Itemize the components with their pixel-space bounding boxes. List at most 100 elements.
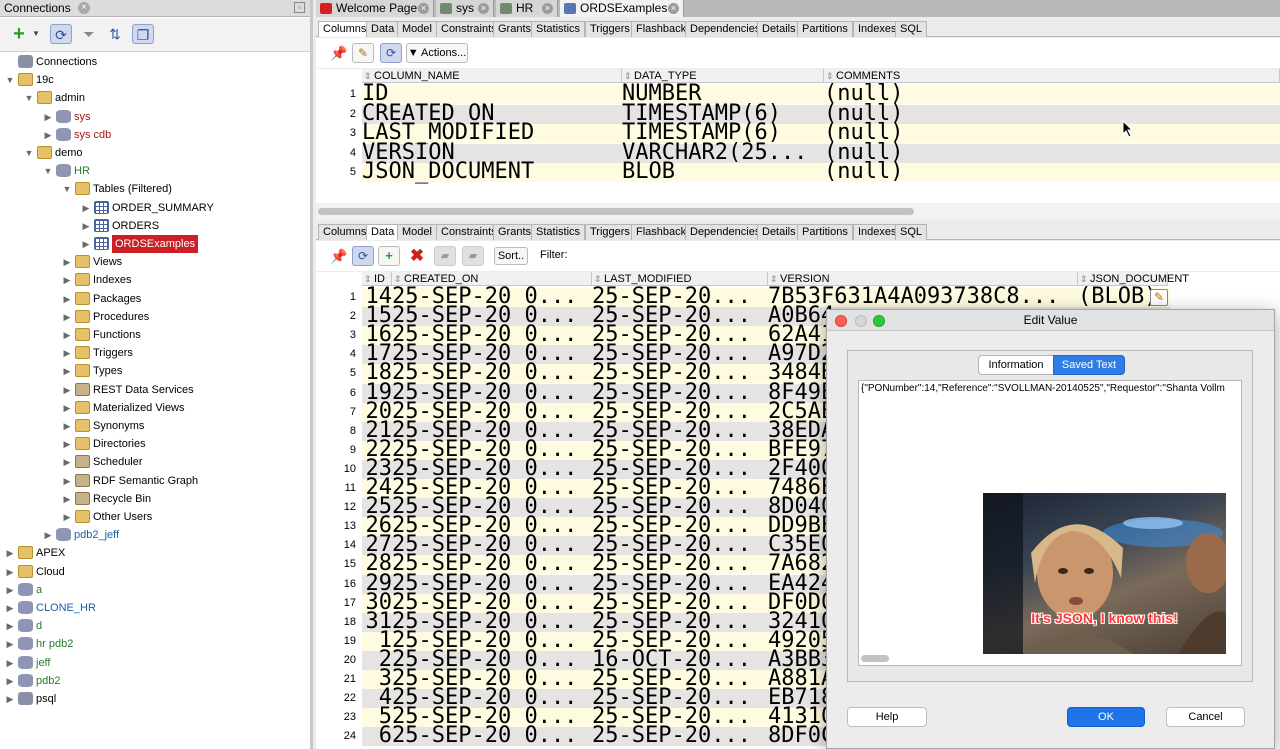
tree-node[interactable]: ▶ Scheduler xyxy=(61,453,143,471)
help-button[interactable]: Help xyxy=(847,707,927,727)
tree-node[interactable]: ▶ Procedures xyxy=(61,308,149,326)
tree-node[interactable]: ▼ demo xyxy=(23,144,83,162)
filter-input[interactable] xyxy=(570,246,1270,266)
subtab-sql[interactable]: SQL xyxy=(895,224,928,240)
refresh-icon[interactable]: ⟳ xyxy=(50,24,72,44)
cell-id[interactable]: 6 xyxy=(362,724,392,748)
filter-icon[interactable]: ⏷ xyxy=(78,24,100,44)
ok-button[interactable]: OK xyxy=(1067,707,1145,727)
minimize-icon[interactable]: ▫ xyxy=(294,2,305,13)
expand-right-icon[interactable]: ▶ xyxy=(4,690,16,708)
doc-tab[interactable]: ORDSExamples × xyxy=(560,0,684,17)
column-header[interactable]: VERSION xyxy=(768,272,1078,286)
tree-node[interactable]: ▶ Materialized Views xyxy=(61,399,185,417)
expand-down-icon[interactable]: ▼ xyxy=(23,144,35,162)
expand-right-icon[interactable]: ▶ xyxy=(61,362,73,380)
insert-row-icon[interactable]: + xyxy=(378,246,400,266)
refresh-icon[interactable]: ⟳ xyxy=(352,246,374,266)
subtab-columns[interactable]: Columns xyxy=(318,224,372,240)
expand-right-icon[interactable]: ▶ xyxy=(61,490,73,508)
subtab-statistics[interactable]: Statistics xyxy=(531,21,586,37)
minimize-window-icon[interactable] xyxy=(855,315,867,327)
cell-name[interactable]: JSON_DOCUMENT xyxy=(362,160,622,184)
expand-right-icon[interactable]: ▶ xyxy=(4,599,16,617)
tab-saved-text[interactable]: Saved Text xyxy=(1053,355,1125,375)
schema-browser-icon[interactable]: ⇅ xyxy=(104,24,126,44)
expand-right-icon[interactable]: ▶ xyxy=(4,544,16,562)
delete-row-icon[interactable]: ✖ xyxy=(406,246,428,266)
add-connection-icon[interactable]: + xyxy=(8,24,30,44)
tree-node[interactable]: ▶ Other Users xyxy=(61,508,152,526)
edit-value-icon[interactable]: ✎ xyxy=(1150,289,1168,306)
pin-icon[interactable]: 📌 xyxy=(330,248,347,265)
subtab-dependencies[interactable]: Dependencies xyxy=(685,224,766,240)
expand-right-icon[interactable]: ▶ xyxy=(80,235,92,253)
expand-right-icon[interactable]: ▶ xyxy=(61,271,73,289)
expand-right-icon[interactable]: ▶ xyxy=(80,199,92,217)
tree-node[interactable]: ▶ RDF Semantic Graph xyxy=(61,472,198,490)
column-header[interactable]: COMMENTS xyxy=(824,69,1280,83)
collapse-icon[interactable]: ❐ xyxy=(132,24,154,44)
doc-tab[interactable]: HR × xyxy=(496,0,558,17)
chevron-down-icon[interactable]: ▼ xyxy=(30,24,42,44)
expand-right-icon[interactable]: ▶ xyxy=(4,563,16,581)
tree-node[interactable]: ▶ sys xyxy=(42,108,91,126)
expand-right-icon[interactable]: ▶ xyxy=(80,217,92,235)
expand-right-icon[interactable]: ▶ xyxy=(4,672,16,690)
subtab-dependencies[interactable]: Dependencies xyxy=(685,21,766,37)
tree-node[interactable]: ▶ CLONE_HR xyxy=(4,599,96,617)
tree-node[interactable]: ▶ ORDERS xyxy=(80,217,159,235)
subtab-partitions[interactable]: Partitions xyxy=(797,21,853,37)
column-header[interactable]: DATA_TYPE xyxy=(622,69,824,83)
column-header[interactable]: ID xyxy=(362,272,392,286)
expand-right-icon[interactable]: ▶ xyxy=(61,344,73,362)
actions-button[interactable]: ▼ Actions... xyxy=(406,43,468,63)
tree-node[interactable]: ▶ jeff xyxy=(4,654,50,672)
sort-button[interactable]: Sort.. xyxy=(494,247,528,265)
subtab-data[interactable]: Data xyxy=(366,224,400,240)
tree-node[interactable]: ▶ Triggers xyxy=(61,344,133,362)
doc-tab[interactable]: Welcome Page × xyxy=(316,0,434,17)
subtab-constraints[interactable]: Constraints xyxy=(436,21,502,37)
subtab-grants[interactable]: Grants xyxy=(493,21,537,37)
cell-c[interactable]: 25-SEP-20 0... xyxy=(392,724,592,748)
expand-down-icon[interactable]: ▼ xyxy=(23,89,35,107)
subtab-details[interactable]: Details xyxy=(757,224,801,240)
tree-node[interactable]: ▶ ORDSExamples xyxy=(80,235,199,253)
subtab-model[interactable]: Model xyxy=(397,224,437,240)
pin-icon[interactable]: 📌 xyxy=(330,45,347,62)
close-window-icon[interactable] xyxy=(835,315,847,327)
expand-right-icon[interactable]: ▶ xyxy=(4,581,16,599)
tree-node[interactable]: ▶ Types xyxy=(61,362,122,380)
cell-m[interactable]: 25-SEP-20... xyxy=(592,724,768,748)
expand-right-icon[interactable]: ▶ xyxy=(42,108,54,126)
tree-node[interactable]: ▶ Synonyms xyxy=(61,417,144,435)
commit-icon[interactable]: ▰ xyxy=(434,246,456,266)
subtab-sql[interactable]: SQL xyxy=(895,21,928,37)
rollback-icon[interactable]: ▰ xyxy=(462,246,484,266)
subtab-data[interactable]: Data xyxy=(366,21,400,37)
tree-node[interactable]: ▶ Recycle Bin xyxy=(61,490,151,508)
subtab-grants[interactable]: Grants xyxy=(493,224,537,240)
subtab-triggers[interactable]: Triggers xyxy=(585,224,635,240)
subtab-statistics[interactable]: Statistics xyxy=(531,224,586,240)
subtab-model[interactable]: Model xyxy=(397,21,437,37)
cell-comment[interactable]: (null) xyxy=(824,160,1280,184)
subtab-triggers[interactable]: Triggers xyxy=(585,21,635,37)
horizontal-scrollbar[interactable] xyxy=(318,208,914,215)
tree-node[interactable]: ▼ admin xyxy=(23,89,85,107)
subtab-columns[interactable]: Columns xyxy=(318,21,372,37)
tree-node[interactable]: Connections xyxy=(4,53,97,71)
tree-node[interactable]: ▶ ORDER_SUMMARY xyxy=(80,199,214,217)
tree-node[interactable]: ▶ Packages xyxy=(61,290,141,308)
expand-right-icon[interactable]: ▶ xyxy=(61,399,73,417)
tree-node[interactable]: ▶ hr pdb2 xyxy=(4,635,73,653)
expand-right-icon[interactable]: ▶ xyxy=(4,635,16,653)
doc-tab[interactable]: sys × xyxy=(436,0,494,17)
tree-node[interactable]: ▼ Tables (Filtered) xyxy=(61,180,172,198)
cancel-button[interactable]: Cancel xyxy=(1166,707,1245,727)
expand-right-icon[interactable]: ▶ xyxy=(42,526,54,544)
expand-down-icon[interactable]: ▼ xyxy=(42,162,54,180)
zoom-window-icon[interactable] xyxy=(873,315,885,327)
expand-right-icon[interactable]: ▶ xyxy=(4,617,16,635)
